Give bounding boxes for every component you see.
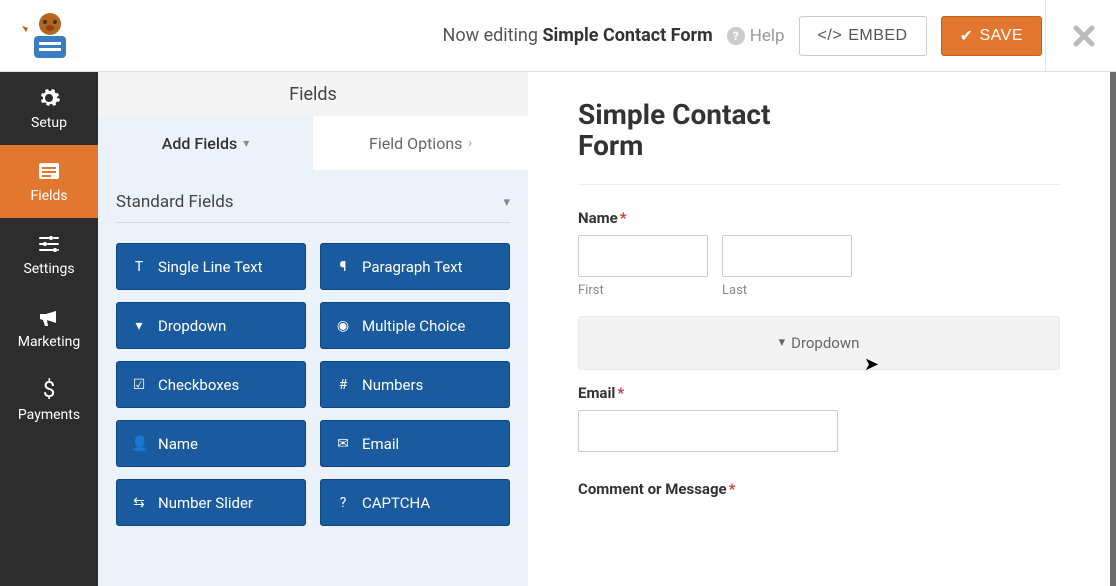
dollar-icon: $ bbox=[37, 378, 61, 402]
code-icon: </> bbox=[818, 27, 843, 45]
field-single-line-text[interactable]: TSingle Line Text bbox=[116, 243, 306, 290]
first-sublabel: First bbox=[578, 283, 708, 298]
dropdown-drop-placeholder[interactable]: ▾ Dropdown ➤ bbox=[578, 316, 1060, 370]
field-dropdown[interactable]: ▾Dropdown bbox=[116, 302, 306, 349]
chevron-right-icon: › bbox=[468, 136, 472, 150]
tab-field-options[interactable]: Field Options› bbox=[313, 116, 528, 170]
first-name-input[interactable] bbox=[578, 235, 708, 277]
envelope-icon: ✉ bbox=[335, 436, 351, 452]
field-numbers[interactable]: #Numbers bbox=[320, 361, 510, 408]
editing-label: Now editing Simple Contact Form bbox=[443, 25, 713, 46]
left-panel: Fields Add Fields▾ Field Options› Standa… bbox=[98, 72, 528, 586]
dropdown-icon: ▾ bbox=[131, 318, 147, 334]
embed-button[interactable]: </> EMBED bbox=[799, 16, 927, 56]
builder-area: Fields Add Fields▾ Field Options› Standa… bbox=[98, 72, 1116, 586]
comment-field-label: Comment or Message* bbox=[578, 480, 1060, 498]
field-email[interactable]: ✉Email bbox=[320, 420, 510, 467]
slider-icon: ⇆ bbox=[131, 495, 147, 511]
group-standard-fields[interactable]: Standard Fields ▾ bbox=[116, 192, 510, 223]
name-field-label: Name* bbox=[578, 209, 1060, 227]
top-header: Now editing Simple Contact Form ? Help <… bbox=[0, 0, 1116, 72]
email-field-label: Email* bbox=[578, 384, 1060, 402]
checkbox-icon: ☑ bbox=[131, 377, 147, 393]
nav-marketing[interactable]: Marketing bbox=[0, 291, 98, 364]
preview-pane: Simple Contact Form Name* First Last ▾ D… bbox=[528, 72, 1116, 586]
form-icon bbox=[37, 159, 61, 183]
left-nav: Setup Fields Settings Marketing $ Paymen… bbox=[0, 72, 98, 586]
help-icon: ? bbox=[727, 27, 745, 45]
header-divider bbox=[1045, 0, 1046, 71]
text-icon: T bbox=[131, 259, 147, 275]
email-input[interactable] bbox=[578, 410, 838, 452]
nav-payments[interactable]: $ Payments bbox=[0, 364, 98, 437]
nav-fields[interactable]: Fields bbox=[0, 145, 98, 218]
help-link[interactable]: ? Help bbox=[727, 26, 785, 46]
save-button[interactable]: ✔ SAVE bbox=[941, 16, 1042, 56]
last-name-input[interactable] bbox=[722, 235, 852, 277]
check-icon: ✔ bbox=[960, 26, 974, 46]
dropdown-icon: ▾ bbox=[779, 335, 786, 350]
radio-icon: ◉ bbox=[335, 318, 351, 334]
chevron-down-icon: ▾ bbox=[503, 195, 510, 210]
hash-icon: # bbox=[335, 377, 351, 393]
chevron-down-icon: ▾ bbox=[243, 136, 249, 150]
field-name[interactable]: 👤Name bbox=[116, 420, 306, 467]
form-preview: Simple Contact Form Name* First Last ▾ D… bbox=[528, 72, 1110, 586]
cursor-icon: ➤ bbox=[864, 354, 879, 375]
close-icon[interactable] bbox=[1072, 24, 1096, 48]
field-checkboxes[interactable]: ☑Checkboxes bbox=[116, 361, 306, 408]
panel-title: Fields bbox=[98, 72, 528, 116]
sliders-icon bbox=[37, 232, 61, 256]
nav-setup[interactable]: Setup bbox=[0, 72, 98, 145]
preview-form-title: Simple Contact Form bbox=[578, 100, 838, 162]
wpforms-logo bbox=[20, 10, 80, 62]
divider bbox=[578, 184, 1060, 185]
field-multiple-choice[interactable]: ◉Multiple Choice bbox=[320, 302, 510, 349]
panel-tabs: Add Fields▾ Field Options› bbox=[98, 116, 528, 170]
last-sublabel: Last bbox=[722, 283, 852, 298]
tab-add-fields[interactable]: Add Fields▾ bbox=[98, 116, 313, 170]
field-captcha[interactable]: ?CAPTCHA bbox=[320, 479, 510, 526]
field-grid: TSingle Line Text ¶Paragraph Text ▾Dropd… bbox=[116, 243, 510, 526]
nav-settings[interactable]: Settings bbox=[0, 218, 98, 291]
user-icon: 👤 bbox=[131, 436, 147, 452]
megaphone-icon bbox=[37, 305, 61, 329]
field-number-slider[interactable]: ⇆Number Slider bbox=[116, 479, 306, 526]
paragraph-icon: ¶ bbox=[335, 259, 351, 275]
gear-icon bbox=[37, 86, 61, 110]
field-paragraph-text[interactable]: ¶Paragraph Text bbox=[320, 243, 510, 290]
question-icon: ? bbox=[335, 495, 351, 511]
